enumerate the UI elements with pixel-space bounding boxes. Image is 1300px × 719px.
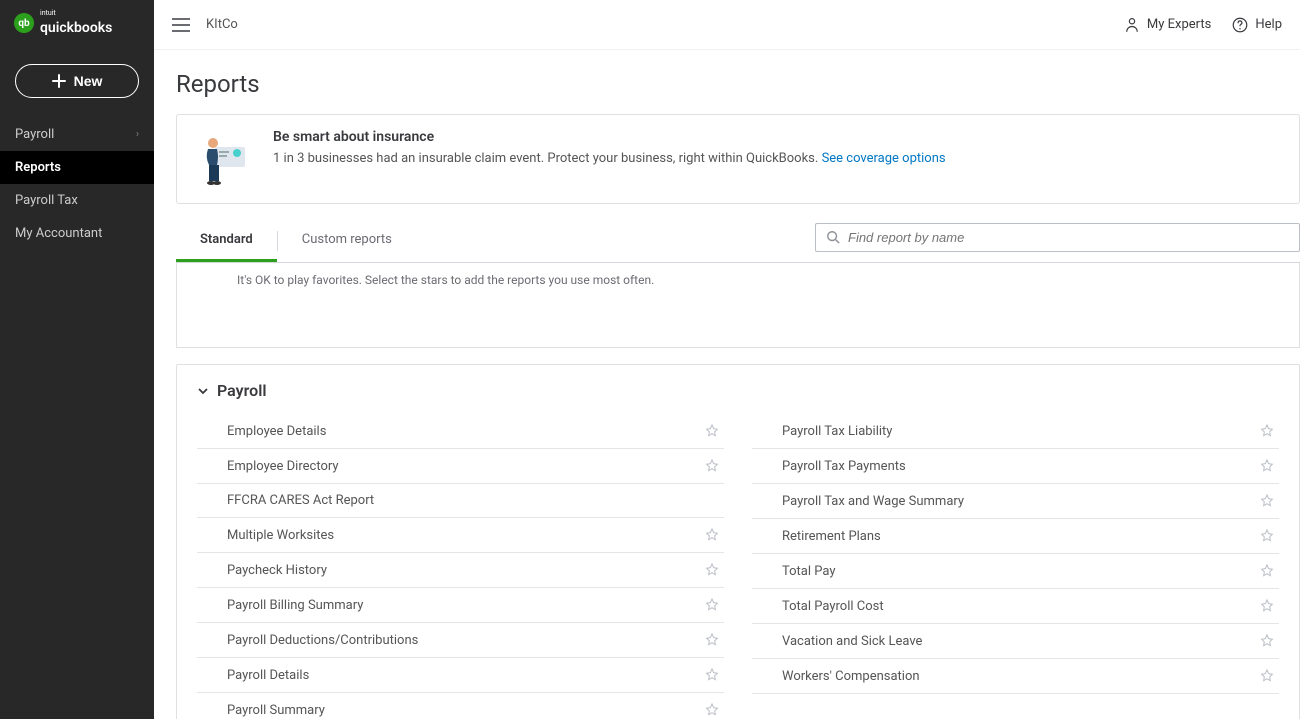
search-box[interactable] [815, 223, 1300, 252]
star-icon[interactable] [704, 632, 720, 648]
sidebar-item-label: Payroll Tax [15, 193, 78, 208]
sidebar-item-payroll[interactable]: Payroll › [0, 118, 154, 151]
report-row: Payroll Tax Payments [752, 449, 1279, 484]
star-icon[interactable] [1259, 563, 1275, 579]
report-row: Total Payroll Cost [752, 589, 1279, 624]
report-link[interactable]: Payroll Summary [227, 703, 325, 718]
payroll-section: Payroll Employee Details Employee Directo… [176, 364, 1300, 719]
report-column-right: Payroll Tax Liability Payroll Tax Payment… [752, 414, 1279, 719]
star-icon[interactable] [1259, 633, 1275, 649]
report-link[interactable]: FFCRA CARES Act Report [227, 493, 374, 508]
star-icon[interactable] [1259, 493, 1275, 509]
my-experts-label: My Experts [1147, 17, 1211, 32]
star-icon[interactable] [704, 667, 720, 683]
report-link[interactable]: Employee Details [227, 424, 326, 439]
hamburger-icon[interactable] [172, 18, 190, 32]
help-button[interactable]: Help [1231, 16, 1282, 34]
tab-standard[interactable]: Standard [176, 220, 277, 262]
help-label: Help [1255, 17, 1282, 32]
star-icon[interactable] [704, 458, 720, 474]
sidebar-item-label: Reports [15, 160, 61, 175]
report-row: Total Pay [752, 554, 1279, 589]
banner-title: Be smart about insurance [273, 129, 946, 145]
report-link[interactable]: Payroll Billing Summary [227, 598, 363, 613]
company-name: KItCo [206, 17, 238, 32]
report-link[interactable]: Multiple Worksites [227, 528, 334, 543]
logo-badge-icon: qb [14, 13, 34, 33]
report-row: Vacation and Sick Leave [752, 624, 1279, 659]
report-row: Payroll Summary [197, 693, 724, 719]
report-link[interactable]: Payroll Tax Liability [782, 424, 892, 439]
star-icon[interactable] [704, 597, 720, 613]
sidebar-item-payroll-tax[interactable]: Payroll Tax [0, 184, 154, 217]
report-row: Payroll Deductions/Contributions [197, 623, 724, 658]
report-row: Payroll Tax Liability [752, 414, 1279, 449]
help-icon [1231, 16, 1249, 34]
report-link[interactable]: Vacation and Sick Leave [782, 634, 922, 649]
sidebar: qb intuit quickbooks New Payroll › Reports… [0, 0, 154, 719]
report-row: Employee Details [197, 414, 724, 449]
sidebar-item-label: My Accountant [15, 226, 102, 241]
new-button-label: New [74, 73, 103, 89]
report-link[interactable]: Payroll Tax Payments [782, 459, 906, 474]
search-input[interactable] [848, 230, 1289, 245]
report-link[interactable]: Workers' Compensation [782, 669, 920, 684]
report-row: Payroll Details [197, 658, 724, 693]
report-link[interactable]: Total Payroll Cost [782, 599, 884, 614]
section-header[interactable]: Payroll [197, 381, 1279, 400]
star-icon[interactable] [1259, 423, 1275, 439]
star-icon[interactable] [1259, 668, 1275, 684]
report-link[interactable]: Total Pay [782, 564, 836, 579]
banner-link[interactable]: See coverage options [822, 151, 946, 166]
report-link[interactable]: Paycheck History [227, 563, 327, 578]
search-icon [826, 230, 840, 244]
chevron-right-icon: › [136, 129, 139, 140]
report-link[interactable]: Payroll Tax and Wage Summary [782, 494, 964, 509]
sidebar-item-my-accountant[interactable]: My Accountant [0, 217, 154, 250]
main: KItCo My Experts Help Reports [154, 0, 1300, 719]
chevron-down-icon [197, 385, 209, 397]
star-icon[interactable] [704, 562, 720, 578]
report-column-left: Employee Details Employee Directory FFCRA … [197, 414, 724, 719]
my-experts-button[interactable]: My Experts [1123, 16, 1211, 34]
section-title: Payroll [217, 381, 267, 400]
report-row: Retirement Plans [752, 519, 1279, 554]
star-icon[interactable] [704, 702, 720, 718]
star-icon[interactable] [1259, 598, 1275, 614]
page-title: Reports [154, 66, 1300, 114]
person-icon [1123, 16, 1141, 34]
banner-text: 1 in 3 businesses had an insurable claim… [273, 151, 818, 166]
report-row: Paycheck History [197, 553, 724, 588]
report-row: Workers' Compensation [752, 659, 1279, 694]
plus-icon [52, 74, 66, 88]
tabs: Standard Custom reports [176, 220, 416, 263]
report-row: Payroll Tax and Wage Summary [752, 484, 1279, 519]
content: Reports Be smart about insurance 1 [154, 50, 1300, 719]
report-row: Multiple Worksites [197, 518, 724, 553]
tab-custom-reports[interactable]: Custom reports [278, 220, 416, 262]
report-link[interactable]: Payroll Deductions/Contributions [227, 633, 418, 648]
topbar: KItCo My Experts Help [154, 0, 1300, 50]
logo: qb intuit quickbooks [0, 0, 154, 46]
new-button[interactable]: New [15, 64, 139, 98]
insurance-banner: Be smart about insurance 1 in 3 business… [176, 114, 1300, 204]
sidebar-item-label: Payroll [15, 127, 54, 142]
report-link[interactable]: Employee Directory [227, 459, 339, 474]
report-row: Employee Directory [197, 449, 724, 484]
favorites-hint: It's OK to play favorites. Select the st… [176, 263, 1300, 348]
report-link[interactable]: Retirement Plans [782, 529, 881, 544]
logo-name: quickbooks [40, 20, 112, 36]
report-link[interactable]: Payroll Details [227, 668, 309, 683]
report-row: Payroll Billing Summary [197, 588, 724, 623]
sidebar-nav: Payroll › Reports Payroll Tax My Accountant [0, 118, 154, 250]
star-icon[interactable] [1259, 458, 1275, 474]
star-icon[interactable] [1259, 528, 1275, 544]
banner-illustration-icon [195, 129, 255, 189]
logo-sup: intuit [40, 10, 112, 17]
star-icon[interactable] [704, 527, 720, 543]
tabs-row: Standard Custom reports [176, 220, 1300, 263]
report-row: FFCRA CARES Act Report [197, 484, 724, 518]
sidebar-item-reports[interactable]: Reports [0, 151, 154, 184]
star-icon[interactable] [704, 423, 720, 439]
